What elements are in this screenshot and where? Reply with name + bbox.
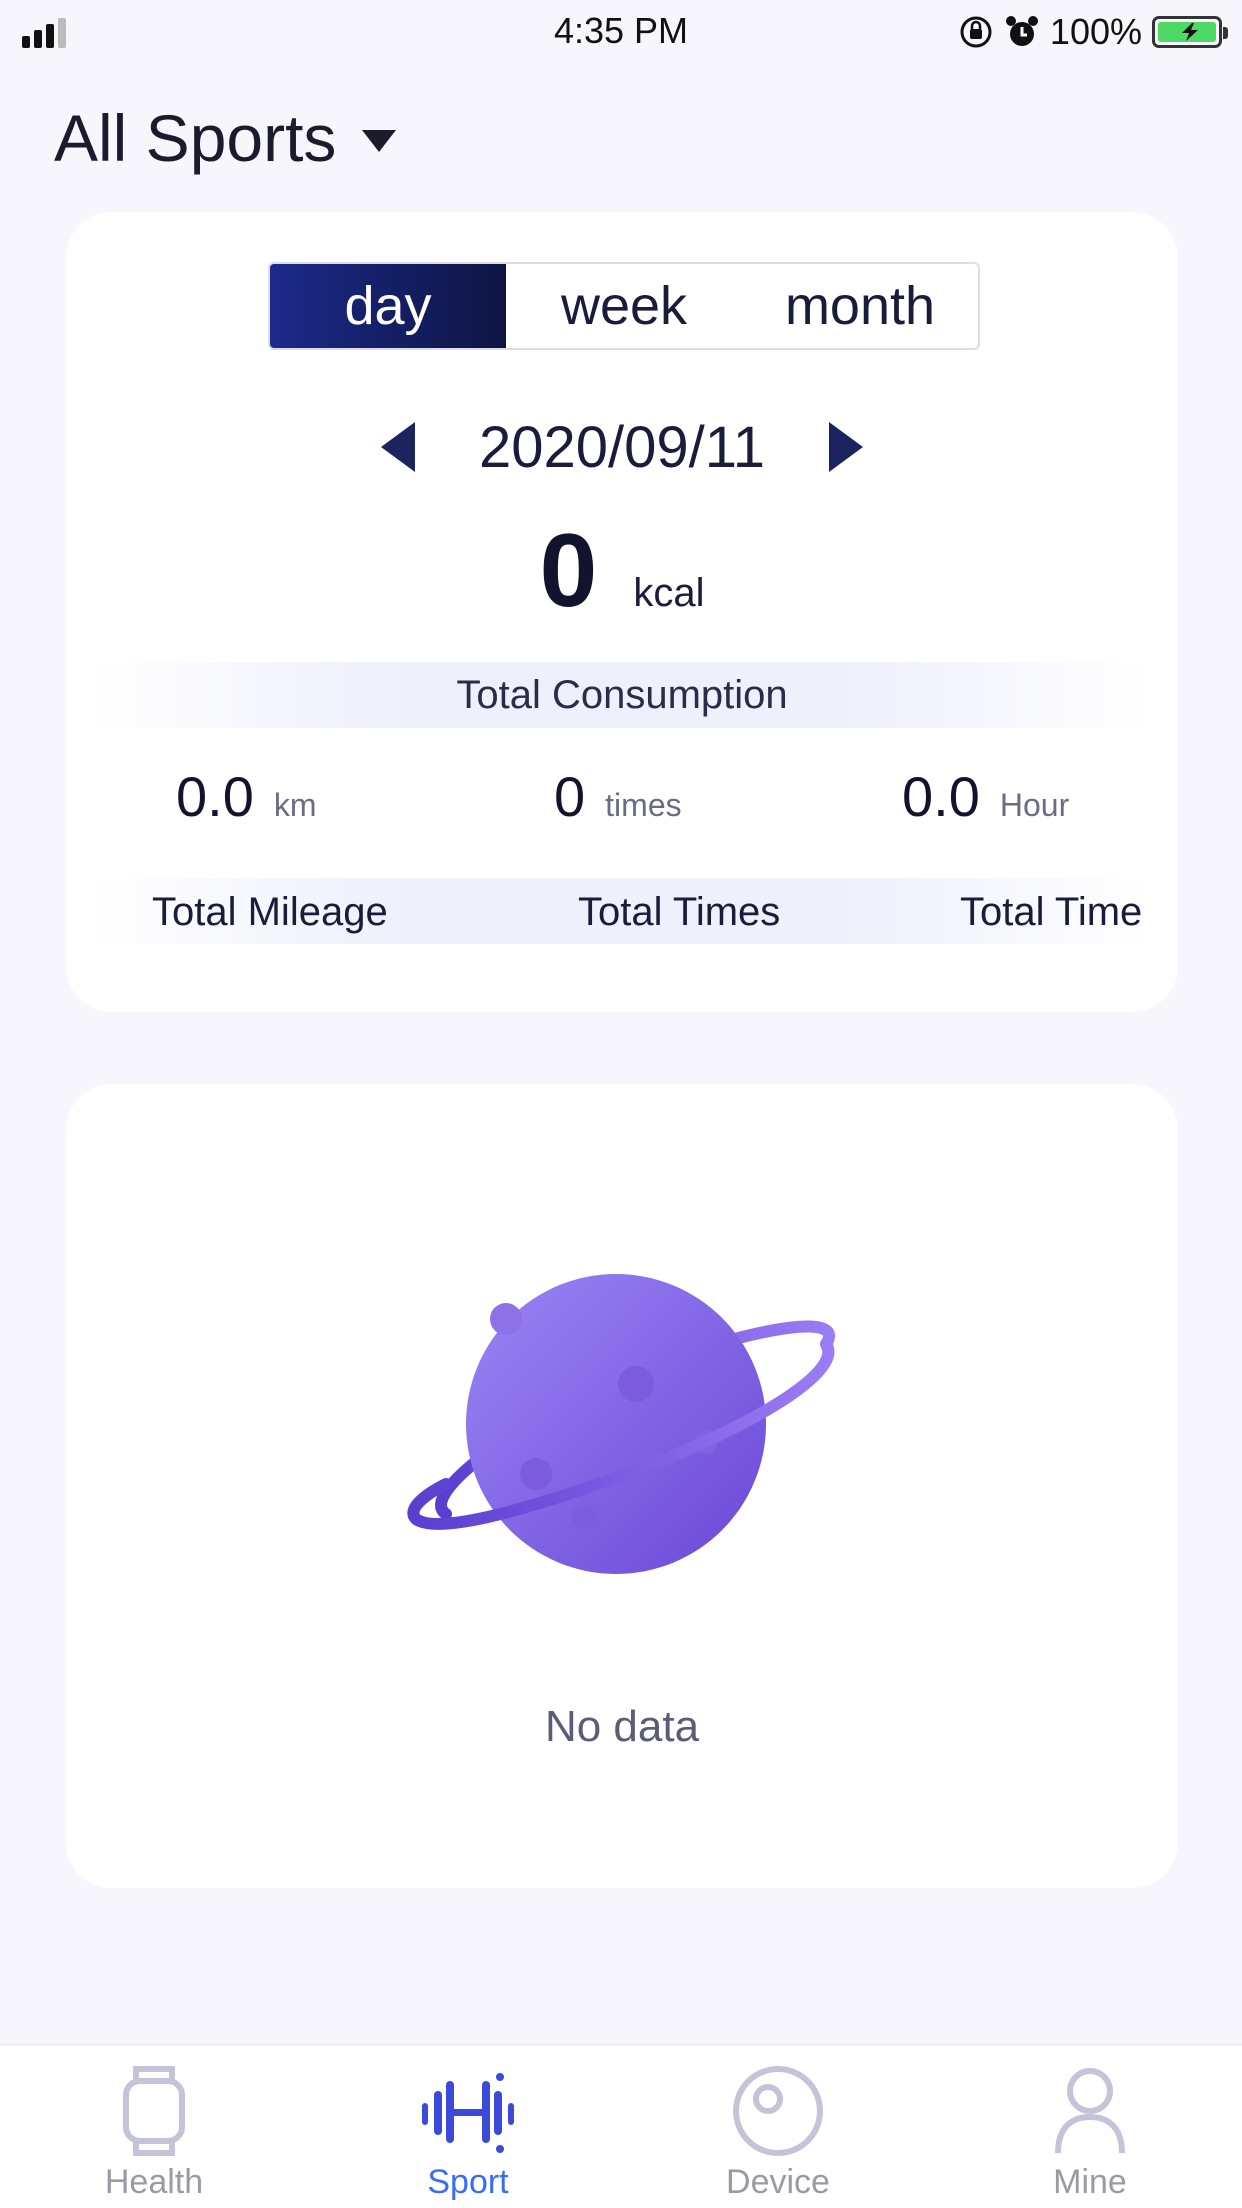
battery-percent: 100% — [1049, 11, 1142, 52]
alarm-icon — [1005, 16, 1038, 46]
mileage-value: 0.0 — [176, 765, 254, 828]
times-value: 0 — [554, 765, 586, 828]
times-label: Total Times — [578, 890, 781, 934]
time-stat: 0.0 Hour — [902, 764, 1069, 829]
kcal-value: 0 — [539, 513, 598, 629]
date-navigator: 2020/09/11 — [66, 402, 1178, 492]
mileage-label: Total Mileage — [152, 890, 388, 934]
summary-card: day week month 2020/09/11 0 kcal Total C… — [66, 212, 1178, 1012]
time-value: 0.0 — [902, 765, 980, 828]
time-unit: Hour — [999, 787, 1070, 823]
mileage-unit: km — [273, 787, 317, 823]
kcal-display: 0 kcal — [66, 512, 1178, 632]
period-segmented-control: day week month — [268, 262, 980, 350]
total-consumption-label: Total Consumption — [90, 662, 1154, 728]
tab-month[interactable]: month — [742, 264, 978, 348]
tab-sport[interactable]: Sport — [378, 2045, 558, 2208]
times-unit: times — [605, 787, 682, 823]
person-icon — [1055, 2068, 1125, 2154]
tab-day[interactable]: day — [270, 264, 506, 348]
records-card: No data — [66, 1084, 1178, 1888]
tab-device[interactable]: Device — [688, 2045, 868, 2208]
previous-date-icon[interactable] — [381, 422, 415, 472]
planet-illustration — [407, 1274, 835, 1574]
bottom-tab-bar: Health Sport Device Mine — [0, 2044, 1242, 2208]
current-date: 2020/09/11 — [479, 414, 765, 480]
tab-device-label: Device — [726, 2163, 830, 2201]
time-label: Total Time — [960, 890, 1143, 934]
tab-sport-label: Sport — [427, 2163, 509, 2201]
battery-charging-icon — [1152, 16, 1228, 48]
caret-down-icon — [362, 130, 397, 152]
tab-mine[interactable]: Mine — [1000, 2045, 1180, 2208]
tab-health[interactable]: Health — [64, 2045, 244, 2208]
kcal-unit: kcal — [633, 571, 705, 615]
stats-labels-band: Total Mileage Total Times Total Time — [90, 878, 1154, 944]
next-date-icon[interactable] — [828, 422, 863, 472]
tab-week[interactable]: week — [506, 264, 742, 348]
page-title: All Sports — [54, 101, 337, 175]
tab-mine-label: Mine — [1053, 2163, 1127, 2201]
tab-health-label: Health — [104, 2163, 204, 2201]
watch-icon — [123, 2066, 185, 2156]
no-data-message: No data — [544, 1702, 700, 1751]
status-right: 100% — [958, 10, 1228, 54]
dumbbell-icon — [422, 2073, 514, 2153]
mileage-stat: 0.0 km — [176, 764, 317, 829]
sport-type-dropdown[interactable]: All Sports — [54, 100, 397, 176]
status-bar: 4:35 PM 100% — [0, 0, 1242, 64]
stats-row: 0.0 km 0 times 0.0 Hour — [66, 764, 1178, 844]
rotation-lock-icon — [960, 16, 992, 48]
device-icon — [733, 2066, 823, 2156]
times-stat: 0 times — [554, 764, 682, 829]
